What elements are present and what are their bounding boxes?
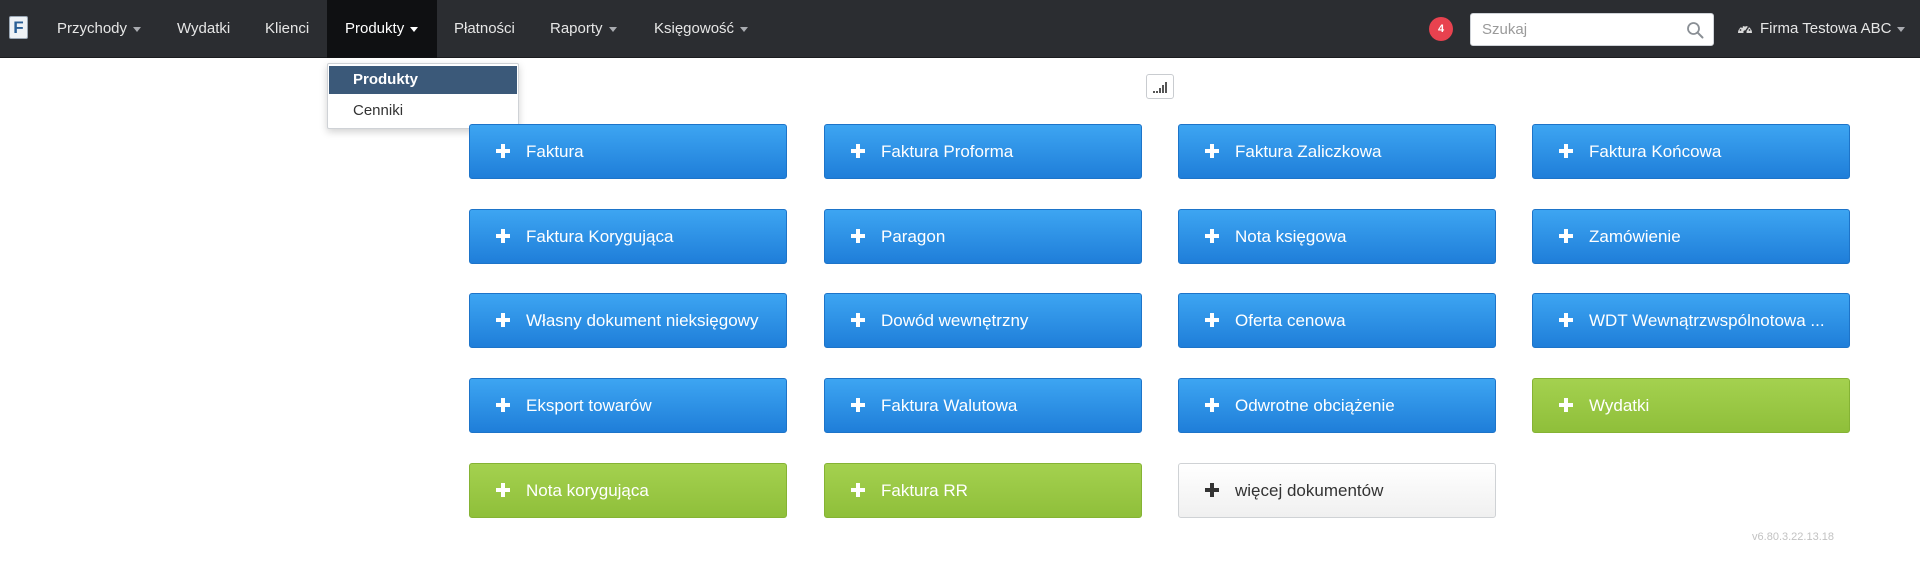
caret-down-icon [740, 26, 749, 32]
nav-item-label: Produkty [345, 20, 405, 37]
button-label: Faktura Korygująca [526, 227, 674, 246]
caret-down-icon [608, 26, 617, 32]
dashboard-gauge-icon [1738, 24, 1752, 34]
button-label: Paragon [881, 227, 946, 246]
caret-down-icon [133, 26, 142, 32]
nav-item-platnosci[interactable]: Płatności [454, 0, 515, 58]
button-label: Faktura Końcowa [1589, 142, 1722, 161]
plus-icon [851, 229, 865, 243]
button-label: Odwrotne obciążenie [1235, 396, 1395, 415]
button-label: więcej dokumentów [1235, 481, 1384, 500]
button-label: Wydatki [1589, 396, 1650, 415]
plus-icon [496, 229, 510, 243]
plus-icon [1205, 229, 1219, 243]
new-faktura-korygujaca-button[interactable]: Faktura Korygująca [469, 209, 787, 264]
company-name: Firma Testowa ABC [1760, 20, 1892, 37]
plus-icon [1205, 313, 1219, 327]
nav-item-label: Księgowość [654, 20, 735, 37]
nav-item-label: Wydatki [177, 20, 231, 37]
nav-item-klienci[interactable]: Klienci [265, 0, 309, 58]
new-wydatki-button[interactable]: Wydatki [1532, 378, 1850, 433]
button-label: Faktura Proforma [881, 142, 1014, 161]
button-label: Faktura Walutowa [881, 396, 1018, 415]
nav-item-label: Klienci [265, 20, 310, 37]
plus-icon [1559, 229, 1573, 243]
new-faktura-button[interactable]: Faktura [469, 124, 787, 179]
new-paragon-button[interactable]: Paragon [824, 209, 1142, 264]
button-label: Eksport towarów [526, 396, 652, 415]
nav-item-label: Płatności [454, 20, 515, 37]
plus-icon [496, 144, 510, 158]
new-nota-korygujaca-button[interactable]: Nota korygująca [469, 463, 787, 518]
nav-item-raporty[interactable]: Raporty [550, 0, 617, 58]
button-label: Dowód wewnętrzny [881, 311, 1029, 330]
caret-down-icon [410, 26, 419, 32]
plus-icon [851, 313, 865, 327]
button-label: Nota księgowa [1235, 227, 1347, 246]
new-faktura-zaliczkowa-button[interactable]: Faktura Zaliczkowa [1178, 124, 1496, 179]
nav-item-produkty[interactable]: Produkty [327, 0, 437, 58]
search-box [1470, 13, 1714, 46]
new-zamowienie-button[interactable]: Zamówienie [1532, 209, 1850, 264]
button-label: Własny dokument nieksięgowy [526, 311, 759, 330]
app-version: v6.80.3.22.13.18 [1752, 531, 1834, 543]
statistics-toggle-button[interactable] [1146, 74, 1174, 99]
company-menu[interactable]: Firma Testowa ABC [1737, 0, 1906, 58]
nav-item-ksiegowosc[interactable]: Księgowość [654, 0, 749, 58]
search-input[interactable] [1471, 14, 1681, 45]
plus-icon [496, 398, 510, 412]
new-wlasny-dokument-button[interactable]: Własny dokument nieksięgowy [469, 293, 787, 348]
dropdown-item-cenniki[interactable]: Cenniki [329, 97, 517, 125]
plus-icon [1559, 398, 1573, 412]
plus-icon [1559, 313, 1573, 327]
button-label: Faktura RR [881, 481, 968, 500]
signal-bars-icon [1153, 82, 1167, 93]
button-label: Zamówienie [1589, 227, 1681, 246]
plus-icon [851, 144, 865, 158]
nav-item-label: Raporty [550, 20, 603, 37]
new-nota-ksiegowa-button[interactable]: Nota księgowa [1178, 209, 1496, 264]
plus-icon [1205, 398, 1219, 412]
new-faktura-proforma-button[interactable]: Faktura Proforma [824, 124, 1142, 179]
plus-icon [496, 483, 510, 497]
nav-item-label: Przychody [57, 20, 128, 37]
produkty-dropdown-menu: Produkty Cenniki [327, 63, 519, 129]
top-navbar: F Przychody Wydatki Klienci Produkty Pła… [0, 0, 1920, 58]
app-logo[interactable]: F [9, 16, 28, 39]
new-faktura-koncowa-button[interactable]: Faktura Końcowa [1532, 124, 1850, 179]
caret-down-icon [1897, 26, 1906, 32]
new-faktura-rr-button[interactable]: Faktura RR [824, 463, 1142, 518]
notification-badge[interactable]: 4 [1429, 17, 1453, 41]
plus-icon [1205, 144, 1219, 158]
more-documents-button[interactable]: więcej dokumentów [1178, 463, 1496, 518]
button-label: Faktura [526, 142, 584, 161]
plus-icon [496, 313, 510, 327]
plus-icon [1205, 483, 1219, 497]
button-label: Faktura Zaliczkowa [1235, 142, 1382, 161]
plus-icon [851, 483, 865, 497]
new-odwrotne-obciazenie-button[interactable]: Odwrotne obciążenie [1178, 378, 1496, 433]
new-faktura-walutowa-button[interactable]: Faktura Walutowa [824, 378, 1142, 433]
new-eksport-towarow-button[interactable]: Eksport towarów [469, 378, 787, 433]
button-label: Oferta cenowa [1235, 311, 1346, 330]
plus-icon [1559, 144, 1573, 158]
plus-icon [851, 398, 865, 412]
new-wdt-button[interactable]: WDT Wewnątrzwspólnotowa ... [1532, 293, 1850, 348]
nav-item-wydatki[interactable]: Wydatki [177, 0, 230, 58]
new-dowod-wewnetrzny-button[interactable]: Dowód wewnętrzny [824, 293, 1142, 348]
new-oferta-cenowa-button[interactable]: Oferta cenowa [1178, 293, 1496, 348]
dropdown-item-produkty[interactable]: Produkty [329, 66, 517, 94]
search-icon[interactable] [1686, 21, 1704, 39]
button-label: WDT Wewnątrzwspólnotowa ... [1589, 311, 1825, 330]
button-label: Nota korygująca [526, 481, 649, 500]
nav-item-przychody[interactable]: Przychody [57, 0, 142, 58]
